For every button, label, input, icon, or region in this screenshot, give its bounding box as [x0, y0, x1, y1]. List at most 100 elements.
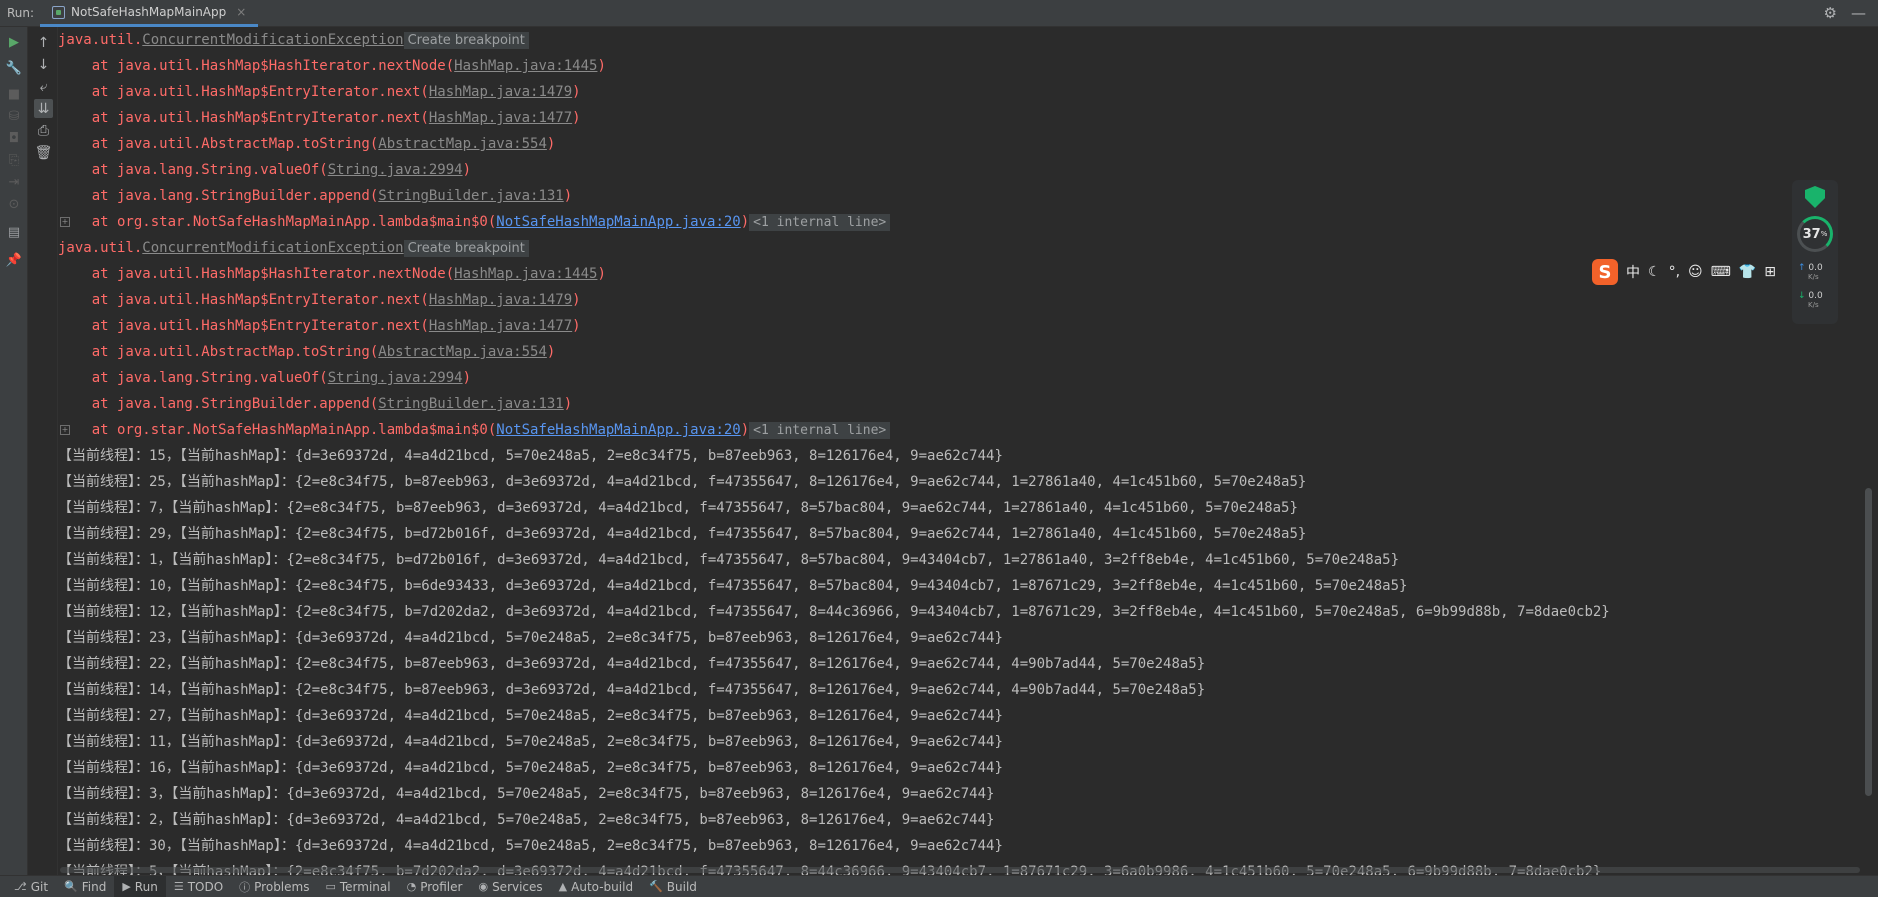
tool-build[interactable]: 🔨 Build [641, 876, 705, 897]
system-monitor-widget[interactable]: 37% ↑ 0.0 K/s ↓ 0.0 K/s [1792, 180, 1838, 324]
frame-suffix: ) [740, 214, 750, 230]
upload-unit: K/s [1808, 273, 1819, 281]
output-line: 【当前线程】：27，【当前hashMap】：{d=3e69372d, 4=a4d… [58, 708, 1003, 724]
create-breakpoint-button[interactable]: Create breakpoint [403, 240, 529, 257]
stack-frame: at java.util.AbstractMap.toString(Abstra… [58, 131, 1866, 157]
stack-frame: at java.lang.String.valueOf(String.java:… [58, 365, 1866, 391]
frame-link[interactable]: HashMap.java:1479 [429, 292, 572, 308]
frame-link[interactable]: HashMap.java:1445 [454, 266, 597, 282]
frame-link[interactable]: HashMap.java:1477 [429, 318, 572, 334]
frame-link[interactable]: AbstractMap.java:554 [378, 344, 547, 360]
output-line: 【当前线程】：14，【当前hashMap】：{2=e8c34f75, b=87e… [58, 682, 1206, 698]
frame-link-source[interactable]: NotSafeHashMapMainApp.java:20 [496, 422, 740, 438]
stop-icon[interactable]: ■ [5, 85, 23, 103]
tool-terminal[interactable]: ▭ Terminal [317, 876, 398, 897]
list-icon: ☰ [173, 880, 184, 893]
run-header: Run: NotSafeHashMapMainApp × ⚙ — [0, 0, 1878, 27]
stack-frame: at java.util.HashMap$EntryIterator.next(… [58, 313, 1866, 339]
minimize-icon[interactable]: — [1851, 4, 1866, 22]
punctuation-icon[interactable]: °, [1669, 264, 1680, 280]
vertical-scrollbar[interactable] [1865, 488, 1872, 796]
run-tab[interactable]: NotSafeHashMapMainApp × [40, 0, 259, 27]
frame-link[interactable]: AbstractMap.java:554 [378, 136, 547, 152]
rerun-icon[interactable]: ▶ [5, 33, 23, 51]
tool-services[interactable]: ◉ Services [470, 876, 550, 897]
stack-frame: at java.util.HashMap$EntryIterator.next(… [58, 105, 1866, 131]
tool-find[interactable]: 🔍 Find [56, 876, 114, 897]
console-tools-strip: ↑ ↓ ⤶ ⇊ ⎙ 🗑 [28, 27, 58, 875]
tool-git[interactable]: ⎇ Git [6, 876, 56, 897]
scroll-to-end-icon[interactable]: ⇊ [34, 99, 53, 118]
exception-prefix: java.util. [58, 240, 143, 256]
frame-suffix: ) [572, 292, 581, 308]
services-icon: ◉ [478, 880, 489, 893]
camera-icon[interactable]: ◘ [5, 129, 23, 147]
output-line: 【当前线程】：23，【当前hashMap】：{d=3e69372d, 4=a4d… [58, 630, 1003, 646]
console-output[interactable]: java.util.ConcurrentModificationExceptio… [58, 27, 1866, 875]
stack-frame-last: + at org.star.NotSafeHashMapMainApp.lamb… [58, 209, 1866, 235]
pin-icon[interactable]: 📌 [5, 251, 23, 269]
trash-icon[interactable]: 🗑 [34, 143, 53, 162]
horizontal-scrollbar[interactable] [60, 867, 1860, 873]
shield-icon [1805, 186, 1825, 208]
stack-frame: at java.util.HashMap$HashIterator.nextNo… [58, 53, 1866, 79]
soft-wrap-icon[interactable]: ⤶ [34, 77, 53, 96]
layout-icon[interactable]: ▤ [5, 223, 23, 241]
expand-fold-icon[interactable]: + [60, 425, 70, 435]
exception-link[interactable]: ConcurrentModificationException [142, 240, 403, 256]
frame-text: at org.star.NotSafeHashMapMainApp.lambda… [58, 214, 497, 230]
arrow-up-icon[interactable]: ↑ [34, 33, 53, 52]
sogou-logo-icon[interactable]: S [1592, 259, 1618, 285]
print-icon[interactable]: ⎙ [34, 121, 53, 140]
exception-header: java.util.ConcurrentModificationExceptio… [58, 27, 1866, 53]
internal-lines-toggle[interactable]: <1 internal line> [749, 422, 891, 439]
emoji-icon[interactable]: ☺ [1688, 264, 1703, 280]
frame-link[interactable]: StringBuilder.java:131 [378, 188, 563, 204]
exception-link[interactable]: ConcurrentModificationException [142, 32, 403, 48]
frame-link[interactable]: String.java:2994 [328, 370, 463, 386]
search-icon[interactable]: ⊙ [5, 195, 23, 213]
frame-link[interactable]: HashMap.java:1445 [454, 58, 597, 74]
ime-toolbar[interactable]: S 中 ☾ °, ☺ ⌨ 👕 ⊞ [1592, 258, 1776, 286]
tool-run[interactable]: ▶ Run [114, 875, 166, 897]
restore-layout-icon[interactable]: ⎘ [5, 151, 23, 169]
stack-frame: at java.util.HashMap$EntryIterator.next(… [58, 287, 1866, 313]
frame-suffix: ) [563, 396, 573, 412]
tool-todo[interactable]: ☰ TODO [166, 876, 231, 897]
skin-icon[interactable]: 👕 [1739, 264, 1756, 280]
stack-frame: at java.util.AbstractMap.toString(Abstra… [58, 339, 1866, 365]
frame-link[interactable]: String.java:2994 [328, 162, 463, 178]
tool-label: Find [81, 879, 107, 894]
close-icon[interactable]: × [236, 5, 246, 19]
tool-problems[interactable]: ⓘ Problems [231, 876, 317, 897]
create-breakpoint-button[interactable]: Create breakpoint [403, 32, 529, 49]
profiler-icon: ◔ [406, 880, 417, 893]
upload-speed: ↑ 0.0 K/s [1798, 264, 1834, 282]
output-line: 【当前线程】：7，【当前hashMap】：{2=e8c34f75, b=87ee… [58, 500, 1298, 516]
stack-frame: at java.lang.StringBuilder.append(String… [58, 183, 1866, 209]
keyboard-icon[interactable]: ⌨ [1711, 264, 1731, 280]
wrench-icon[interactable]: 🔧 [5, 59, 23, 77]
frame-text: at java.lang.StringBuilder.append( [58, 396, 379, 412]
frame-link[interactable]: HashMap.java:1477 [429, 110, 572, 126]
tool-profiler[interactable]: ◔ Profiler [399, 876, 471, 897]
frame-link[interactable]: StringBuilder.java:131 [378, 396, 563, 412]
cpu-value: 37 [1802, 226, 1821, 242]
arrow-down-icon[interactable]: ↓ [34, 55, 53, 74]
grid-icon[interactable]: ⊞ [1764, 264, 1776, 280]
frame-suffix: ) [572, 110, 581, 126]
expand-fold-icon[interactable]: + [60, 217, 70, 227]
frame-text: at java.util.HashMap$EntryIterator.next( [58, 292, 429, 308]
dump-threads-icon[interactable]: ⛁ [5, 107, 23, 125]
internal-lines-toggle[interactable]: <1 internal line> [749, 214, 891, 231]
ime-chinese-toggle[interactable]: 中 [1626, 262, 1640, 282]
output-line: 【当前线程】：11，【当前hashMap】：{d=3e69372d, 4=a4d… [58, 734, 1003, 750]
frame-text: at java.util.HashMap$EntryIterator.next( [58, 110, 429, 126]
tool-auto-build[interactable]: ▲ Auto-build [551, 876, 641, 897]
frame-link-source[interactable]: NotSafeHashMapMainApp.java:20 [496, 214, 740, 230]
exception-prefix: java.util. [58, 32, 143, 48]
exit-icon[interactable]: ⇥ [5, 173, 23, 191]
frame-link[interactable]: HashMap.java:1479 [429, 84, 572, 100]
moon-icon[interactable]: ☾ [1648, 264, 1661, 280]
gear-icon[interactable]: ⚙ [1824, 4, 1837, 22]
